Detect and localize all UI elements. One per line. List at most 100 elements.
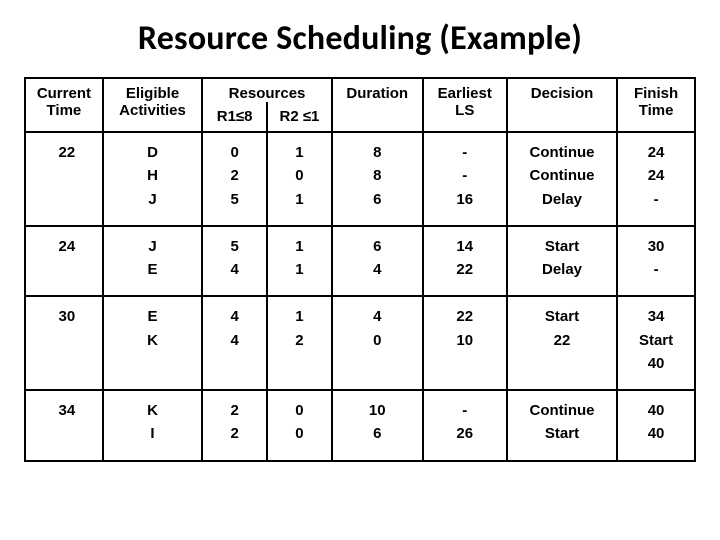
cell-activity-value: E <box>147 258 157 281</box>
cell-duration: 64 <box>332 226 423 297</box>
table-row: 24JE5411641422StartDelay30- <box>25 226 695 297</box>
cell-r2: 00 <box>267 390 332 461</box>
cell-r1-value: 4 <box>230 258 238 281</box>
cell-finish: 30- <box>617 226 695 297</box>
cell-r1: 025 <box>202 132 267 226</box>
cell-decision: Start22 <box>507 296 617 390</box>
cell-ls: 1422 <box>423 226 507 297</box>
cell-duration: 886 <box>332 132 423 226</box>
schedule-table: Current Time Eligible Activities Resourc… <box>24 77 696 462</box>
cell-r2-value: 2 <box>295 329 303 352</box>
cell-duration-value: 0 <box>373 329 381 352</box>
cell-duration-value: 6 <box>373 235 381 258</box>
cell-finish-value: 40 <box>648 422 665 445</box>
cell-r1-value: 4 <box>230 329 238 352</box>
cell-decision-value: Delay <box>542 188 582 211</box>
cell-finish-value: - <box>654 188 659 211</box>
cell-duration-value: 8 <box>373 141 381 164</box>
cell-activity: EK <box>103 296 202 390</box>
cell-decision-value: Continue <box>530 141 595 164</box>
cell-ls-value: 22 <box>456 258 473 281</box>
cell-time-value: 34 <box>59 399 76 422</box>
col-r2: R2 ≤1 <box>267 102 332 132</box>
cell-decision: ContinueContinueDelay <box>507 132 617 226</box>
table-row: 22DHJ025101886--16ContinueContinueDelay2… <box>25 132 695 226</box>
table-row: 30EK4412402210Start2234Start40 <box>25 296 695 390</box>
cell-r1-value: 4 <box>230 305 238 328</box>
cell-ls-value: 22 <box>456 305 473 328</box>
cell-activity: KI <box>103 390 202 461</box>
col-duration: Duration <box>332 78 423 132</box>
cell-activity: JE <box>103 226 202 297</box>
cell-r1-value: 2 <box>230 399 238 422</box>
cell-time: 22 <box>25 132 103 226</box>
cell-activity-value: K <box>147 399 158 422</box>
cell-ls-value: - <box>462 399 467 422</box>
cell-finish-value: 30 <box>648 235 665 258</box>
cell-finish: 34Start40 <box>617 296 695 390</box>
cell-activity-value: I <box>150 422 154 445</box>
cell-ls-value: - <box>462 141 467 164</box>
cell-r2: 12 <box>267 296 332 390</box>
cell-ls-value: 14 <box>456 235 473 258</box>
cell-duration-value: 10 <box>369 399 386 422</box>
col-eligible: Eligible Activities <box>103 78 202 132</box>
cell-finish: 2424- <box>617 132 695 226</box>
cell-duration-value: 6 <box>373 188 381 211</box>
cell-ls-value: 10 <box>456 329 473 352</box>
cell-finish-value: - <box>654 258 659 281</box>
cell-activity-value: H <box>147 164 158 187</box>
cell-r1: 54 <box>202 226 267 297</box>
cell-r1: 44 <box>202 296 267 390</box>
cell-finish-value: 34 <box>648 305 665 328</box>
cell-time-value: 22 <box>59 141 76 164</box>
cell-ls: -26 <box>423 390 507 461</box>
cell-duration-value: 4 <box>373 258 381 281</box>
cell-time: 34 <box>25 390 103 461</box>
cell-r2-value: 1 <box>295 305 303 328</box>
cell-decision: ContinueStart <box>507 390 617 461</box>
cell-activity-value: J <box>148 235 156 258</box>
cell-finish-value: 24 <box>648 141 665 164</box>
cell-r1-value: 2 <box>230 164 238 187</box>
cell-decision-value: Start <box>545 305 579 328</box>
cell-r2: 11 <box>267 226 332 297</box>
col-resources: Resources <box>202 78 332 102</box>
cell-activity-value: E <box>147 305 157 328</box>
cell-duration-value: 4 <box>373 305 381 328</box>
cell-duration: 106 <box>332 390 423 461</box>
cell-finish: 4040 <box>617 390 695 461</box>
col-r1: R1≤8 <box>202 102 267 132</box>
cell-r1-value: 5 <box>230 235 238 258</box>
cell-r2: 101 <box>267 132 332 226</box>
cell-r2-value: 1 <box>295 188 303 211</box>
cell-r2-value: 0 <box>295 399 303 422</box>
cell-r2-value: 1 <box>295 258 303 281</box>
cell-time: 30 <box>25 296 103 390</box>
cell-ls-value: 26 <box>456 422 473 445</box>
cell-activity-value: J <box>148 188 156 211</box>
col-current-time: Current Time <box>25 78 103 132</box>
cell-r2-value: 1 <box>295 235 303 258</box>
cell-decision-value: Continue <box>530 399 595 422</box>
cell-decision-value: Delay <box>542 258 582 281</box>
cell-r2-value: 0 <box>295 422 303 445</box>
cell-duration-value: 6 <box>373 422 381 445</box>
cell-activity-value: K <box>147 329 158 352</box>
cell-finish-value: 24 <box>648 164 665 187</box>
cell-time-value: 30 <box>59 305 76 328</box>
cell-finish-value: Start <box>639 329 673 352</box>
cell-finish-value: 40 <box>648 399 665 422</box>
col-ls: Earliest LS <box>423 78 507 132</box>
cell-r1-value: 2 <box>230 422 238 445</box>
cell-ls: 2210 <box>423 296 507 390</box>
cell-r2-value: 1 <box>295 141 303 164</box>
cell-duration: 40 <box>332 296 423 390</box>
cell-finish-value: 40 <box>648 352 665 375</box>
cell-decision-value: 22 <box>554 329 571 352</box>
cell-decision-value: Start <box>545 235 579 258</box>
col-decision: Decision <box>507 78 617 132</box>
cell-activity-value: D <box>147 141 158 164</box>
cell-r2-value: 0 <box>295 164 303 187</box>
col-finish: Finish Time <box>617 78 695 132</box>
